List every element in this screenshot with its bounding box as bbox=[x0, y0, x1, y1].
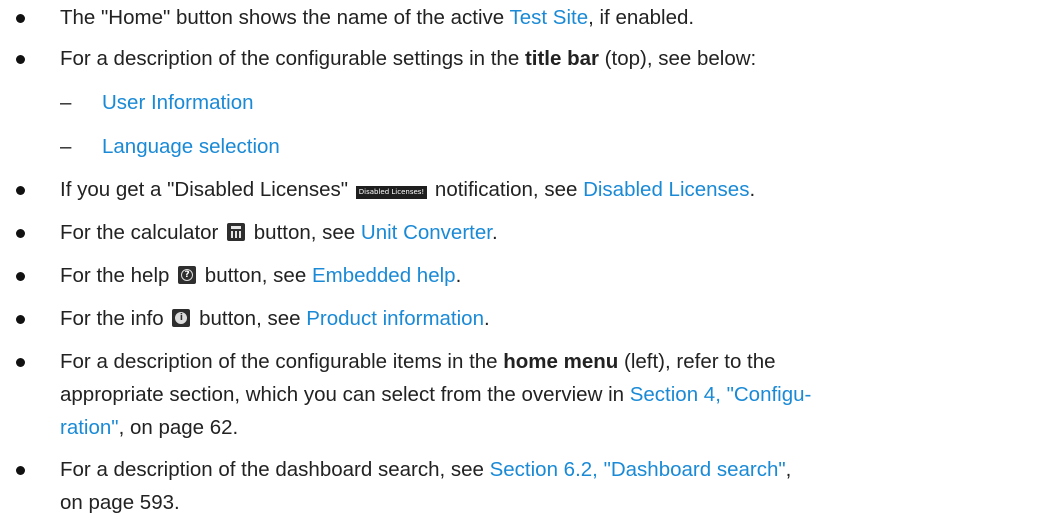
info-icon: i bbox=[172, 309, 191, 327]
item-text: For the help bbox=[60, 264, 176, 287]
item-text: . bbox=[749, 178, 756, 201]
item-text: , bbox=[785, 458, 792, 481]
link-language-selection[interactable]: Language selection bbox=[102, 135, 280, 158]
item-text: (left), refer to the bbox=[618, 350, 776, 373]
bullet bbox=[16, 229, 25, 238]
item-text: notification, see bbox=[429, 178, 584, 201]
link-embedded-help[interactable]: Embedded help bbox=[312, 264, 456, 287]
item-text: (top), see below: bbox=[598, 47, 757, 70]
bullet bbox=[16, 55, 25, 64]
dash-marker: – bbox=[60, 135, 72, 158]
link-section-4-configuration-cont[interactable]: ration" bbox=[60, 416, 119, 439]
item-text: button, see bbox=[199, 264, 312, 287]
item-text: on page 593. bbox=[60, 491, 180, 514]
item-text: button, see bbox=[248, 221, 361, 244]
bold-home-menu: home menu bbox=[503, 350, 619, 373]
link-disabled-licenses[interactable]: Disabled Licenses bbox=[583, 178, 749, 201]
item-text: button, see bbox=[193, 307, 307, 330]
bullet bbox=[16, 358, 25, 367]
disabled-licenses-badge: Disabled Licenses! bbox=[355, 186, 428, 199]
bullet bbox=[16, 14, 25, 23]
help-icon: ? bbox=[178, 266, 197, 284]
item-text: , if enabled. bbox=[588, 6, 695, 29]
item-text: For the calculator bbox=[60, 221, 225, 244]
calculator-icon bbox=[227, 223, 246, 241]
item-text: . bbox=[455, 264, 462, 287]
item-text: For a description of the configurable it… bbox=[60, 350, 504, 373]
item-text: If you get a "Disabled Licenses" bbox=[60, 178, 354, 201]
item-text: appropriate section, which you can selec… bbox=[60, 383, 630, 406]
document-page: The "Home" button shows the name of the … bbox=[0, 0, 1045, 519]
bullet bbox=[16, 315, 25, 324]
item-text: , on page 62. bbox=[118, 416, 239, 439]
item-text: For a description of the dashboard searc… bbox=[60, 458, 490, 481]
link-test-site[interactable]: Test Site bbox=[509, 6, 588, 29]
bullet bbox=[16, 272, 25, 281]
dash-marker: – bbox=[60, 91, 72, 114]
item-text: The "Home" button shows the name of the … bbox=[60, 6, 510, 29]
item-text: . bbox=[484, 307, 490, 330]
link-user-information[interactable]: User Information bbox=[102, 91, 254, 114]
item-text: . bbox=[491, 221, 498, 244]
link-section-4-configuration[interactable]: Section 4, "Configu- bbox=[630, 383, 812, 406]
bullet bbox=[16, 186, 25, 195]
link-product-information[interactable]: Product information bbox=[306, 307, 484, 330]
item-text: For the info bbox=[60, 307, 170, 330]
link-section-6-2-dashboard-search[interactable]: Section 6.2, "Dashboard search" bbox=[490, 458, 786, 481]
bullet bbox=[16, 466, 25, 475]
bold-title-bar: title bar bbox=[524, 47, 599, 70]
link-unit-converter[interactable]: Unit Converter bbox=[361, 221, 492, 244]
item-text: For a description of the configurable se… bbox=[60, 47, 525, 70]
